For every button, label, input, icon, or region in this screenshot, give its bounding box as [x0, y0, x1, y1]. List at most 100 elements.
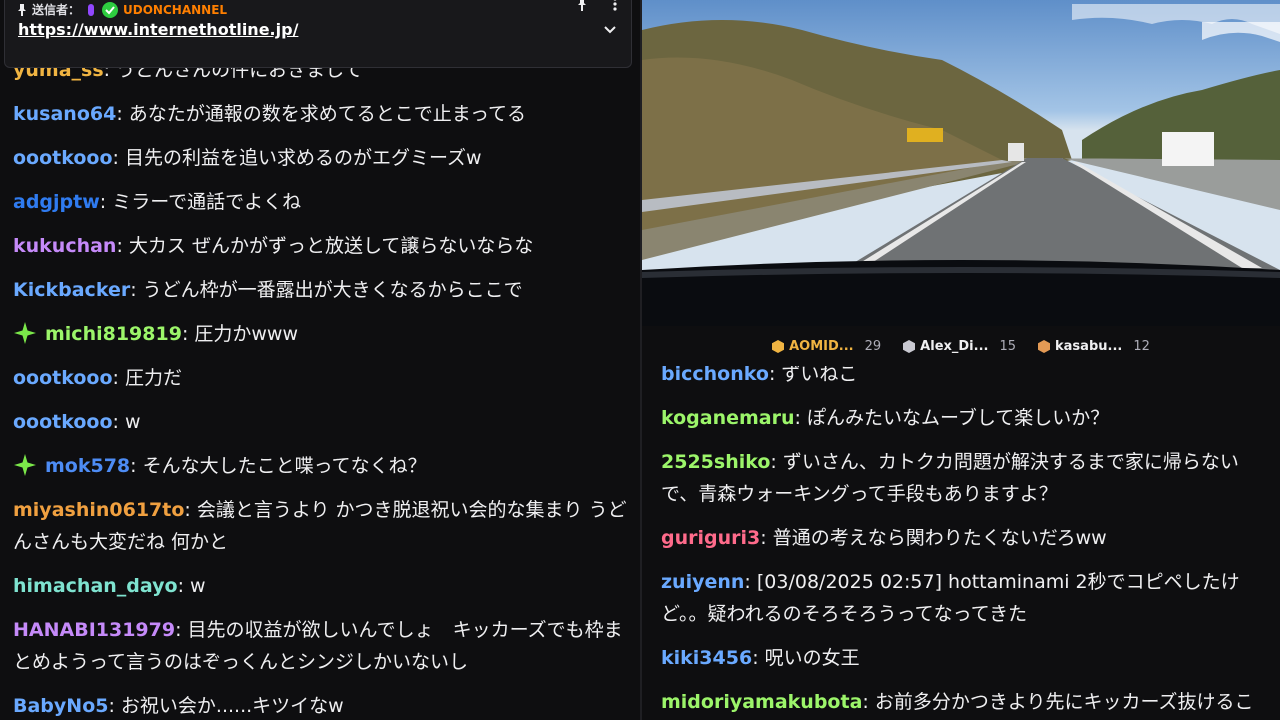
chat-colon: : — [116, 103, 129, 125]
chat-text: 圧力だ — [124, 367, 182, 389]
chat-colon: : — [744, 571, 757, 593]
pinned-message[interactable]: 送信者： UDONCHANNEL https://www.internethot… — [4, 0, 632, 68]
chat-colon: : — [181, 323, 195, 345]
rank-hexagon-icon — [772, 339, 785, 353]
chat-message: kukuchan: 大カス ぜんかがずっと放送して譲らないならな — [0, 224, 640, 268]
chat-colon: : — [112, 367, 125, 389]
chat-panel-left: yuma_ss: うどんさんの件におきまして kusano64: あなたが通報の数… — [0, 0, 640, 720]
verified-icon — [102, 1, 119, 18]
sparkle-badge-icon — [14, 322, 36, 344]
chat-colon: : — [130, 455, 143, 477]
chat-list-right[interactable]: bicchonko: ずいねこ koganemaru: ぽんみたいなムーブして楽し… — [642, 352, 1280, 720]
chat-colon: : — [116, 235, 129, 257]
chat-text: あなたが通報の数を求めてるとこで止まってる — [128, 103, 527, 125]
chat-text: 目先の利益を追い求めるのがエグミーズw — [124, 147, 482, 169]
leaderboard-entry[interactable]: Alex_Di... 15 — [903, 339, 1016, 354]
chat-text: 普通の考えなら関わりたくないだろww — [772, 527, 1107, 549]
chat-message: adgjptw: ミラーで通話でよくね — [0, 180, 640, 224]
leaderboard-count: 29 — [864, 338, 882, 354]
rank-hexagon-icon — [903, 339, 916, 353]
chat-colon: : — [862, 691, 875, 713]
chat-colon: : — [752, 647, 765, 669]
chat-username[interactable]: mok578 — [45, 455, 130, 477]
chat-text: 呪いの女王 — [764, 647, 860, 669]
chat-message: HANABI131979: 目先の収益が欲しいんでしょ キッカーズでも枠まとめよ… — [0, 608, 640, 684]
chat-username[interactable]: michi819819 — [45, 323, 182, 345]
chat-message: midoriyamakubota: お前多分かつきより先にキッカーズ抜けることに… — [642, 680, 1280, 720]
chat-username[interactable]: midoriyamakubota — [661, 691, 862, 713]
chat-username[interactable]: Kickbacker — [13, 279, 130, 301]
chat-username[interactable]: koganemaru — [661, 407, 795, 429]
chat-colon: : — [770, 451, 783, 473]
pinned-header: 送信者： UDONCHANNEL — [17, 1, 227, 18]
chat-message: Kickbacker: うどん枠が一番露出が大きくなるからここで — [0, 268, 640, 312]
broadcaster-badge-icon — [88, 3, 95, 16]
chat-username[interactable]: zuiyenn — [661, 571, 744, 593]
chat-text: w — [190, 575, 206, 597]
chat-message: oootkooo: 圧力だ — [0, 356, 640, 400]
leaderboard-count: 15 — [999, 338, 1017, 354]
chat-message: koganemaru: ぽんみたいなムーブして楽しいか？ — [642, 396, 1280, 440]
chat-message: miyashin0617to: 会議と言うより かつき脱退祝い会的な集まり うど… — [0, 488, 640, 564]
leaderboard-entry[interactable]: kasabu... 12 — [1038, 339, 1150, 354]
chat-text: w — [124, 411, 141, 433]
chat-message: himachan_dayo: w — [0, 564, 640, 608]
leaderboard-name: AOMID... — [789, 338, 854, 354]
chat-username[interactable]: oootkooo — [13, 411, 113, 433]
chat-username[interactable]: guriguri3 — [661, 527, 760, 549]
pin-icon — [18, 3, 26, 16]
pinned-channel-name: UDONCHANNEL — [123, 2, 228, 17]
pinned-link[interactable]: https://www.internethotline.jp/ — [18, 20, 298, 39]
chat-text: 圧力かwww — [194, 323, 299, 345]
sparkle-badge-icon — [14, 454, 36, 476]
chat-colon: : — [794, 407, 807, 429]
rank-hexagon-icon — [1038, 339, 1051, 353]
chat-colon: : — [760, 527, 773, 549]
chat-username[interactable]: himachan_dayo — [13, 575, 178, 597]
chat-username[interactable]: kukuchan — [13, 235, 116, 257]
video-player[interactable] — [642, 0, 1280, 326]
chat-message: oootkooo: w — [0, 400, 640, 444]
chat-text: お祝い会か......キツイなw — [120, 695, 344, 717]
leaderboard-name: Alex_Di... — [920, 338, 989, 354]
chat-message: mok578: そんな大したこと喋ってなくね？ — [0, 444, 640, 488]
chat-colon: : — [177, 575, 191, 597]
chat-username[interactable]: HANABI131979 — [13, 619, 175, 641]
video-frame — [642, 4, 1280, 326]
unpin-icon[interactable] — [577, 0, 587, 11]
chat-username[interactable]: oootkooo — [13, 147, 113, 169]
chat-colon: : — [175, 619, 188, 641]
chat-message: BabyNo5: お祝い会か......キツイなw — [0, 684, 640, 720]
chat-message: guriguri3: 普通の考えなら関わりたくないだろww — [642, 516, 1280, 560]
chat-username[interactable]: kiki3456 — [661, 647, 752, 669]
chat-username[interactable]: miyashin0617to — [13, 499, 184, 521]
chat-panel-right: bicchonko: ずいねこ koganemaru: ぽんみたいなムーブして楽し… — [642, 0, 1280, 720]
pinned-actions — [577, 0, 617, 11]
chat-list-left[interactable]: yuma_ss: うどんさんの件におきまして kusano64: あなたが通報の数… — [0, 48, 640, 720]
chat-username[interactable]: bicchonko — [661, 363, 769, 385]
leaderboard-entry[interactable]: AOMID... 29 — [772, 339, 881, 354]
chat-username[interactable]: oootkooo — [13, 367, 113, 389]
leaderboard-name: kasabu... — [1055, 338, 1123, 354]
chat-username[interactable]: kusano64 — [13, 103, 116, 125]
chat-colon: : — [184, 499, 197, 521]
chat-colon: : — [768, 363, 782, 385]
chat-text: ぽんみたいなムーブして楽しいか？ — [806, 407, 1110, 429]
chat-username[interactable]: BabyNo5 — [13, 695, 108, 717]
chat-username[interactable]: 2525shiko — [661, 451, 770, 473]
pinned-sender-label: 送信者： — [32, 3, 81, 17]
chat-colon: : — [108, 695, 121, 717]
chat-message: michi819819: 圧力かwww — [0, 312, 640, 356]
chat-message: oootkooo: 目先の利益を追い求めるのがエグミーズw — [0, 136, 640, 180]
chat-username[interactable]: adgjptw — [13, 191, 100, 213]
chat-message: kusano64: あなたが通報の数を求めてるとこで止まってる — [0, 92, 640, 136]
chevron-down-icon[interactable] — [603, 25, 617, 35]
chat-text: ずいねこ — [781, 363, 858, 385]
more-options-icon[interactable] — [613, 0, 617, 11]
chat-text: そんな大したこと喋ってなくね？ — [142, 455, 427, 477]
chat-colon: : — [112, 411, 125, 433]
leaderboard: AOMID... 29 Alex_Di... 15 kasabu... 12 — [642, 326, 1280, 366]
chat-colon: : — [112, 147, 125, 169]
chat-message: zuiyenn: [03/08/2025 02:57] hottaminami … — [642, 560, 1280, 636]
chat-text: うどん枠が一番露出が大きくなるからここで — [142, 279, 523, 301]
